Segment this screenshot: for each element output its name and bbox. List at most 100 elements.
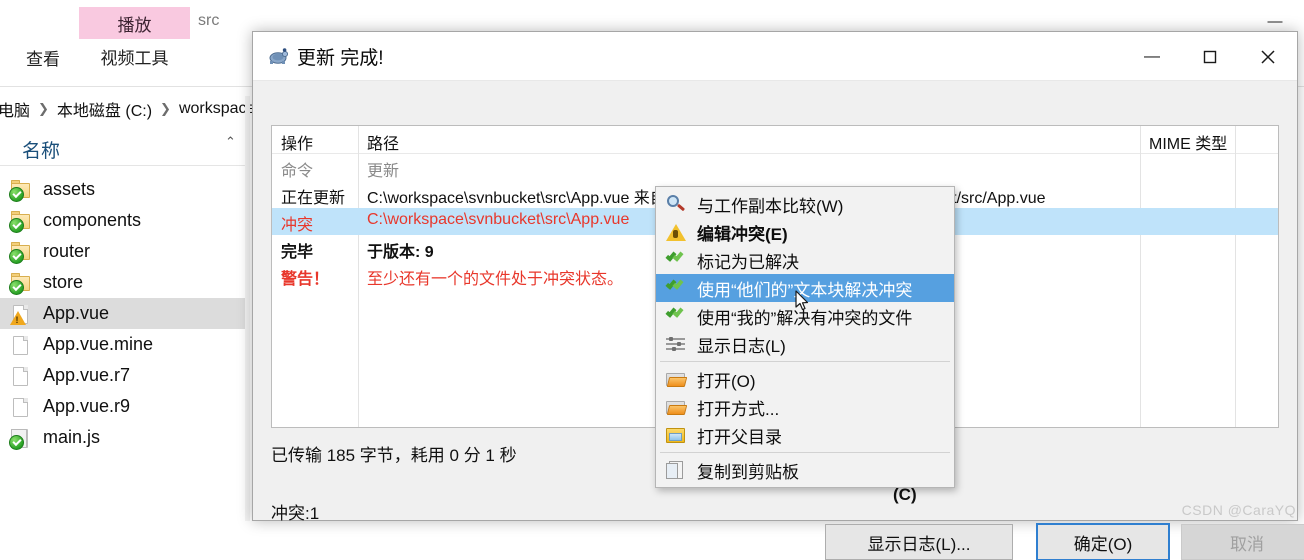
file-name: App.vue.r9 [43, 396, 131, 416]
menu-item-show-log[interactable]: 显示日志(L) [656, 330, 954, 358]
file-name: router [43, 241, 91, 261]
conflict-status: 冲突:1 [271, 504, 320, 523]
folder-ok-icon [9, 241, 32, 264]
menu-separator [660, 452, 950, 453]
checkmarks-icon [665, 277, 687, 299]
file-icon [10, 396, 32, 418]
folder-ok-icon [9, 179, 32, 202]
mouse-cursor-icon [795, 290, 809, 311]
log-action: 警告！ [281, 271, 330, 288]
menu-item-label: 打开父目录 [697, 427, 782, 447]
open-folder-icon [665, 396, 688, 418]
menu-item-label: 显示日志(L) [697, 336, 786, 356]
warning-icon [665, 221, 687, 243]
breadcrumb-item-pc[interactable]: 电脑 [0, 97, 32, 121]
dialog-titlebar[interactable]: 更新 完成! — [253, 32, 1297, 81]
clipboard-icon [665, 459, 687, 481]
list-item[interactable]: App.vue.r9 [0, 391, 250, 422]
list-item[interactable]: store [0, 267, 250, 298]
menu-item-label: 打开(O) [697, 371, 756, 391]
list-item[interactable]: components [0, 205, 250, 236]
log-path: 于版本: 9 [367, 244, 434, 261]
file-icon [10, 365, 32, 387]
menu-item-edit-conflict[interactable]: 编辑冲突(E) [656, 218, 954, 246]
tab-play-label: 播放 [117, 15, 152, 35]
log-action: 正在更新 [281, 190, 346, 207]
dialog-window-controls: — [1123, 32, 1297, 81]
folder-ok-icon [9, 272, 32, 295]
chevron-up-icon[interactable]: ⌃ [225, 134, 236, 150]
dialog-close-button[interactable] [1239, 32, 1297, 81]
column-header-name: 名称 [22, 141, 61, 162]
log-action: 冲突 [281, 217, 314, 234]
list-item[interactable]: App.vue.r7 [0, 360, 250, 391]
file-name: main.js [43, 427, 101, 447]
tab-view[interactable]: 查看 [12, 44, 74, 70]
menu-item-open[interactable]: 打开(O) [656, 365, 954, 393]
log-column-action[interactable]: 操作 [281, 130, 313, 154]
dialog-title: 更新 完成! [297, 47, 384, 69]
dialog-minimize-button[interactable]: — [1123, 32, 1181, 81]
list-item[interactable]: router [0, 236, 250, 267]
log-path: C:\workspace\svnbucket\src\App.vue [367, 211, 630, 228]
csdn-watermark: CSDN @CaraYQ [1181, 502, 1296, 518]
checkmarks-icon [665, 305, 687, 327]
file-list: assets components router store App.vue A… [0, 174, 250, 453]
menu-item-open-with[interactable]: 打开方式... [656, 393, 954, 421]
open-folder-icon [665, 368, 688, 390]
list-item[interactable]: assets [0, 174, 250, 205]
menu-item-copy-to-clipboard[interactable]: 复制到剪贴板 [656, 456, 954, 484]
breadcrumb[interactable]: 电脑 ❯ 本地磁盘 (C:) ❯ workspace [0, 96, 257, 122]
conflict-context-menu: 与工作副本比较(W) 编辑冲突(E) 标记为已解决 使用“他们的”文本块解决冲突… [655, 186, 955, 488]
ok-button[interactable]: 确定(O) [1036, 523, 1170, 560]
menu-item-label: 与工作副本比较(W) [697, 196, 844, 216]
checkmarks-icon [665, 249, 687, 271]
transfer-status: 已传输 185 字节，耗用 0 分 1 秒 [271, 446, 517, 465]
tortoise-svn-icon [267, 47, 289, 65]
file-name: components [43, 210, 142, 230]
file-name: App.vue [43, 303, 110, 323]
menu-item-label: 打开方式... [697, 399, 780, 419]
list-item-selected[interactable]: App.vue [0, 298, 250, 329]
chevron-right-icon: ❯ [38, 101, 49, 116]
menu-item-label: 复制到剪贴板 [697, 462, 799, 482]
file-js-ok-icon [9, 427, 32, 450]
menu-item-label: 编辑冲突(E) [697, 224, 788, 244]
folder-ok-icon [9, 210, 32, 233]
tab-view-label: 查看 [26, 49, 60, 69]
menu-item-label: 标记为已解决 [697, 252, 799, 272]
list-item[interactable]: App.vue.mine [0, 329, 250, 360]
log-action: 完毕 [281, 244, 314, 261]
log-column-mime[interactable]: MIME 类型 [1149, 130, 1227, 154]
explorer-scrollbar[interactable] [245, 96, 250, 521]
tab-play[interactable]: 播放 [79, 7, 190, 39]
log-list-header: 操作 路径 MIME 类型 [272, 126, 1278, 154]
log-path: 更新 [367, 163, 400, 180]
file-name: assets [43, 179, 96, 199]
chevron-right-icon: ❯ [160, 101, 171, 116]
menu-item-mark-resolved[interactable]: 标记为已解决 [656, 246, 954, 274]
menu-item-compare-working-copy[interactable]: 与工作副本比较(W) [656, 190, 954, 218]
magnifier-icon [665, 193, 687, 215]
explorer-window-title: src [198, 12, 220, 29]
tab-video-tools-label: 视频工具 [100, 48, 169, 68]
log-action: 命令 [281, 163, 314, 180]
list-item[interactable]: main.js [0, 422, 250, 453]
obscured-text-fragment: (C) [893, 485, 917, 504]
cancel-button: 取消 [1181, 524, 1304, 560]
menu-separator [660, 361, 950, 362]
table-row[interactable]: 命令 更新 [272, 154, 1278, 181]
file-icon [10, 334, 32, 356]
file-name: App.vue.r7 [43, 365, 131, 385]
file-column-header[interactable]: 名称 ⌃ [0, 130, 250, 166]
dialog-maximize-button[interactable] [1181, 32, 1239, 81]
log-column-path[interactable]: 路径 [367, 130, 399, 154]
show-log-button[interactable]: 显示日志(L)... [825, 524, 1013, 560]
breadcrumb-item-localdisk[interactable]: 本地磁盘 (C:) [55, 97, 154, 121]
file-name: store [43, 272, 84, 292]
menu-item-open-parent-folder[interactable]: 打开父目录 [656, 421, 954, 449]
tab-video-tools[interactable]: 视频工具 [79, 39, 190, 73]
log-lines-icon [665, 333, 687, 355]
parent-folder-icon [665, 424, 687, 446]
file-warning-icon [10, 303, 32, 325]
